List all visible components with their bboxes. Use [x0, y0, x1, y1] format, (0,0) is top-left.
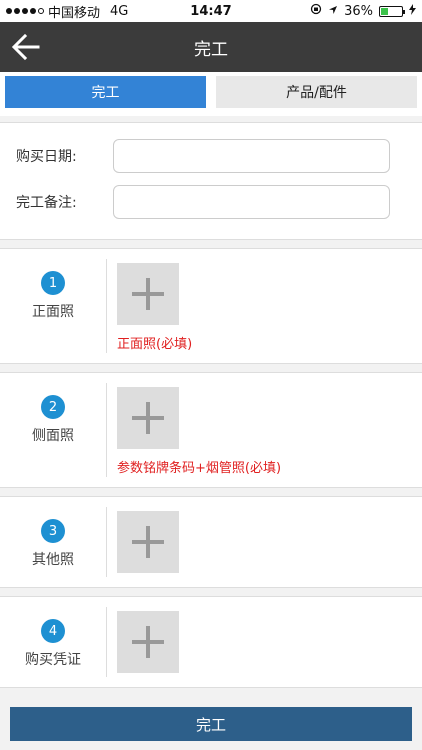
photo-name: 其他照 [32, 552, 74, 568]
tab-bar: 完工 产品/配件 [0, 72, 422, 116]
photo-label-group: 3 其他照 [0, 497, 106, 587]
plus-icon [132, 526, 164, 558]
photo-label-group: 4 购买凭证 [0, 597, 106, 687]
tab-product-parts[interactable]: 产品/配件 [216, 76, 417, 108]
signal-icon [6, 8, 44, 14]
page-title: 完工 [194, 39, 228, 60]
plus-icon [132, 278, 164, 310]
photo-upload-area: 正面照(必填) [107, 249, 192, 363]
photo-name: 侧面照 [32, 428, 74, 444]
required-hint: 正面照(必填) [117, 337, 193, 352]
charging-icon [409, 3, 416, 19]
add-photo-button[interactable] [117, 387, 179, 449]
status-right: 36% [310, 3, 416, 19]
add-photo-button[interactable] [117, 511, 179, 573]
navigation-bar: 完工 [0, 22, 422, 72]
note-label: 完工备注: [16, 195, 77, 211]
photo-section-receipt: 4 购买凭证 [0, 596, 422, 688]
step-number-badge: 2 [41, 395, 65, 419]
photo-section-other: 3 其他照 [0, 496, 422, 588]
plus-icon [132, 402, 164, 434]
photo-name: 正面照 [32, 304, 74, 320]
arrow-left-icon [11, 33, 40, 61]
note-input[interactable] [113, 185, 390, 219]
purchase-date-input[interactable] [113, 139, 390, 173]
photo-section-front: 1 正面照 正面照(必填) [0, 248, 422, 364]
complete-button[interactable]: 完工 [10, 707, 412, 741]
note-row: 完工备注: [0, 179, 422, 225]
photo-label-group: 1 正面照 [0, 249, 106, 363]
photo-label-group: 2 侧面照 [0, 373, 106, 487]
orientation-lock-icon [310, 3, 322, 19]
step-number-badge: 3 [41, 519, 65, 543]
battery-percent: 36% [344, 3, 373, 19]
required-hint: 参数铭牌条码+烟管照(必填) [117, 461, 282, 476]
footer-bar: 完工 [0, 700, 422, 750]
carrier-name: 中国移动 [48, 5, 101, 21]
purchase-date-row: 购买日期: [0, 133, 422, 179]
step-number-badge: 4 [41, 619, 65, 643]
purchase-date-label: 购买日期: [16, 149, 77, 165]
add-photo-button[interactable] [117, 263, 179, 325]
status-left: 中国移动 4G [6, 2, 128, 21]
step-number-badge: 1 [41, 271, 65, 295]
status-bar: 中国移动 4G 14:47 36% [0, 0, 422, 22]
network-type: 4G [110, 3, 129, 19]
photo-name: 购买凭证 [25, 652, 81, 668]
photo-section-side: 2 侧面照 参数铭牌条码+烟管照(必填) [0, 372, 422, 488]
back-button[interactable] [10, 32, 42, 62]
battery-icon [379, 5, 405, 17]
plus-icon [132, 626, 164, 658]
photo-upload-area [107, 497, 179, 587]
add-photo-button[interactable] [117, 611, 179, 673]
status-time: 14:47 [190, 3, 232, 19]
tab-complete[interactable]: 完工 [5, 76, 206, 108]
photo-upload-area [107, 597, 179, 687]
location-icon [328, 4, 338, 19]
completion-form: 购买日期: 完工备注: [0, 122, 422, 240]
photo-upload-area: 参数铭牌条码+烟管照(必填) [107, 373, 281, 487]
